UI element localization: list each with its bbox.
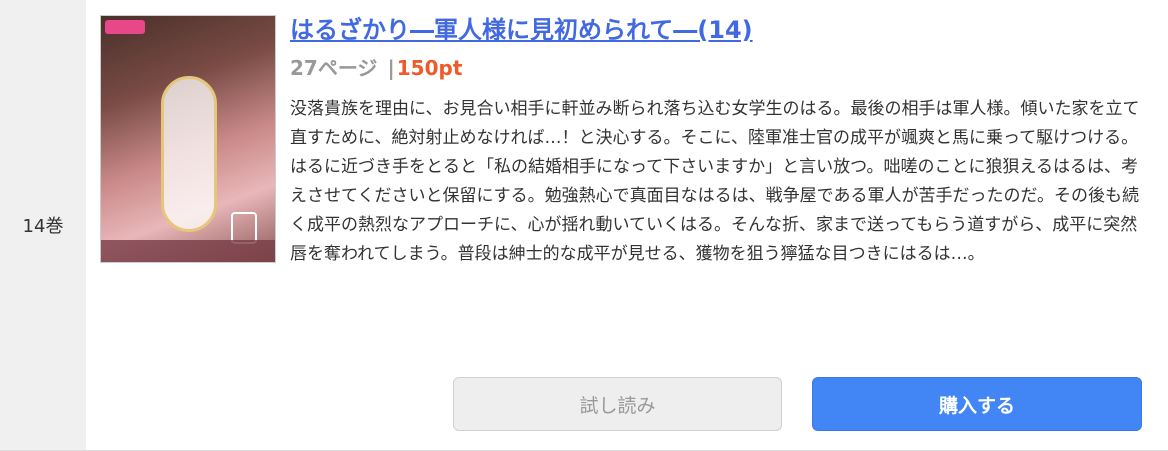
book-description: 没落貴族を理由に、お見合い相手に軒並み断られ落ち込む女学生のはる。最後の相手は軍… xyxy=(290,99,1140,264)
volume-number: 14巻 xyxy=(0,0,86,450)
price: 150pt xyxy=(396,56,463,80)
book-title-link[interactable]: はるざかり―軍人様に見初められて―(14) xyxy=(290,10,753,45)
cover-float-spacer xyxy=(101,95,290,269)
book-volume-row: 14巻 はるざかり―軍人様に見初められて―(14) 27ページ | 150pt 没落… xyxy=(0,0,1168,451)
meta-separator: | xyxy=(387,56,395,80)
trial-read-button[interactable]: 試し読み xyxy=(453,377,782,431)
buy-button[interactable]: 購入する xyxy=(812,377,1142,431)
book-meta: 27ページ | 150pt xyxy=(290,52,462,81)
publisher-logo xyxy=(105,20,145,34)
page-count: 27ページ xyxy=(290,56,378,80)
book-description-block: 没落貴族を理由に、お見合い相手に軒並み断られ落ち込む女学生のはる。最後の相手は軍… xyxy=(101,95,1151,269)
